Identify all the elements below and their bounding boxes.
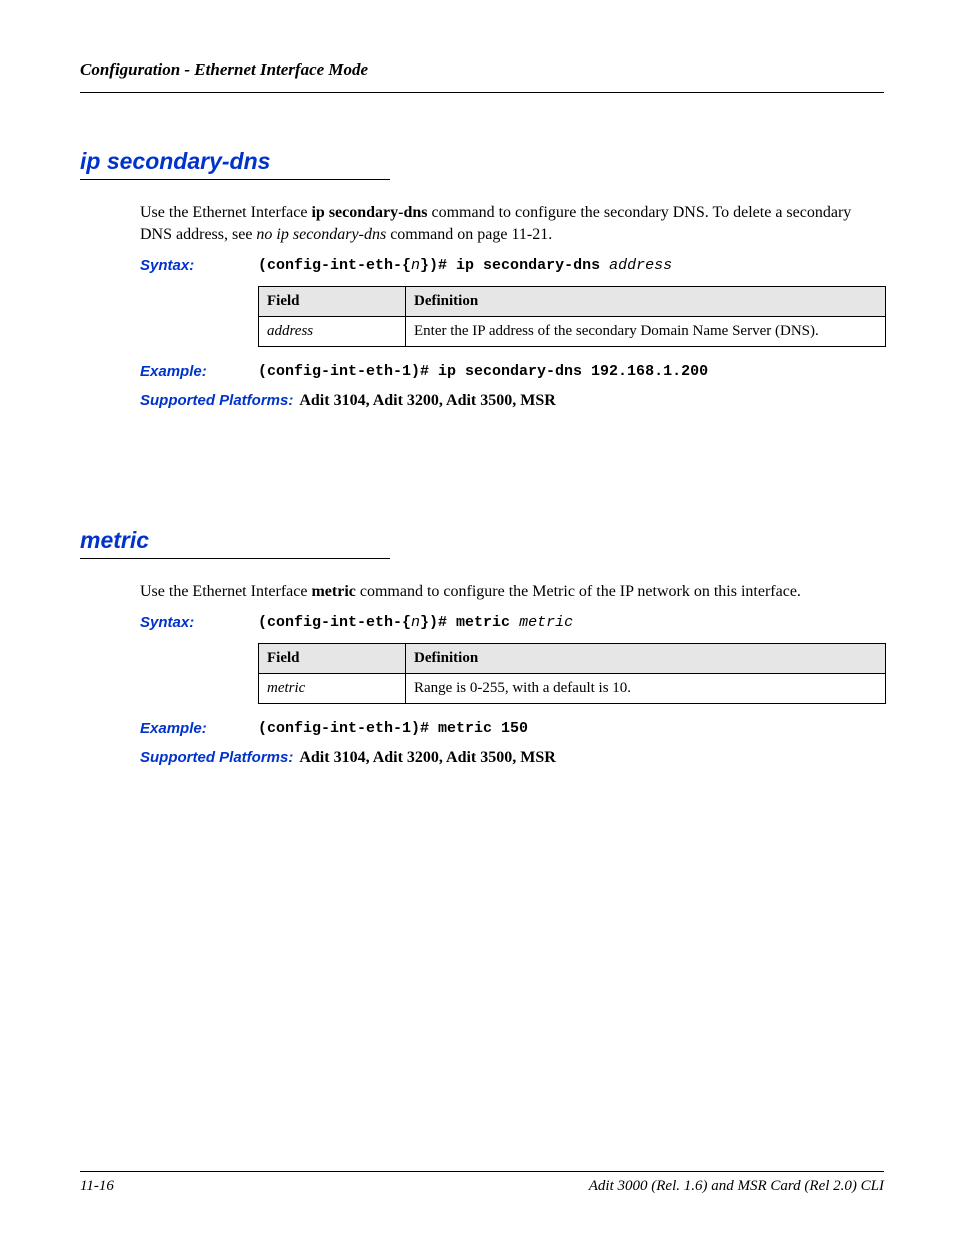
syntax-label: Syntax: [140,612,258,633]
td-field: address [259,316,406,346]
example-label: Example: [140,361,258,382]
footer-page-number: 11-16 [80,1178,114,1195]
footer-doc-title: Adit 3000 (Rel. 1.6) and MSR Card (Rel 2… [589,1178,884,1195]
syntax-value: (config-int-eth-{n})# metric metric [258,612,573,633]
intro-prefix: Use the Ethernet Interface [140,204,311,221]
th-definition: Definition [406,643,886,673]
example-value: (config-int-eth-1)# ip secondary-dns 192… [258,361,708,382]
section-title: ip secondary-dns [80,148,390,180]
intro-prefix: Use the Ethernet Interface [140,583,311,600]
td-definition: Enter the IP address of the secondary Do… [406,316,886,346]
syntax-row: Syntax: (config-int-eth-{n})# ip seconda… [140,255,884,276]
th-definition: Definition [406,286,886,316]
platforms-row: Supported Platforms: Adit 3104, Adit 320… [140,747,884,769]
th-field: Field [259,286,406,316]
syntax-arg: address [609,257,672,274]
example-row: Example: (config-int-eth-1)# ip secondar… [140,361,884,382]
syntax-mid: })# metric [420,614,519,631]
intro-italic-ref: no ip secondary-dns [256,226,386,243]
table-header-row: Field Definition [259,286,886,316]
running-header: Configuration - Ethernet Interface Mode [80,60,884,93]
syntax-mid: })# ip secondary-dns [420,257,609,274]
platforms-value: Adit 3104, Adit 3200, Adit 3500, MSR [299,390,555,412]
platforms-value: Adit 3104, Adit 3200, Adit 3500, MSR [299,747,555,769]
syntax-arg: metric [519,614,573,631]
syntax-label: Syntax: [140,255,258,276]
page-footer: 11-16 Adit 3000 (Rel. 1.6) and MSR Card … [80,1171,884,1195]
section-title: metric [80,527,390,559]
example-label: Example: [140,718,258,739]
field-definition-table: Field Definition address Enter the IP ad… [258,286,886,347]
intro-paragraph: Use the Ethernet Interface ip secondary-… [140,202,884,247]
platforms-row: Supported Platforms: Adit 3104, Adit 320… [140,390,884,412]
example-value: (config-int-eth-1)# metric 150 [258,718,528,739]
syntax-value: (config-int-eth-{n})# ip secondary-dns a… [258,255,672,276]
intro-paragraph: Use the Ethernet Interface metric comman… [140,581,884,603]
syntax-prefix: (config-int-eth-{ [258,257,411,274]
section-metric: metric Use the Ethernet Interface metric… [80,527,884,769]
table-header-row: Field Definition [259,643,886,673]
td-definition: Range is 0-255, with a default is 10. [406,673,886,703]
intro-bold-command: metric [311,583,355,600]
syntax-row: Syntax: (config-int-eth-{n})# metric met… [140,612,884,633]
intro-middle: command to configure the Metric of the I… [356,583,801,600]
th-field: Field [259,643,406,673]
intro-bold-command: ip secondary-dns [311,204,427,221]
td-field: metric [259,673,406,703]
field-definition-table: Field Definition metric Range is 0-255, … [258,643,886,704]
intro-suffix: command on page 11-21. [386,226,552,243]
syntax-prefix: (config-int-eth-{ [258,614,411,631]
platforms-label: Supported Platforms: [140,390,293,411]
table-row: metric Range is 0-255, with a default is… [259,673,886,703]
syntax-n: n [411,614,420,631]
platforms-label: Supported Platforms: [140,747,293,768]
section-ip-secondary-dns: ip secondary-dns Use the Ethernet Interf… [80,148,884,412]
table-row: address Enter the IP address of the seco… [259,316,886,346]
syntax-n: n [411,257,420,274]
example-row: Example: (config-int-eth-1)# metric 150 [140,718,884,739]
